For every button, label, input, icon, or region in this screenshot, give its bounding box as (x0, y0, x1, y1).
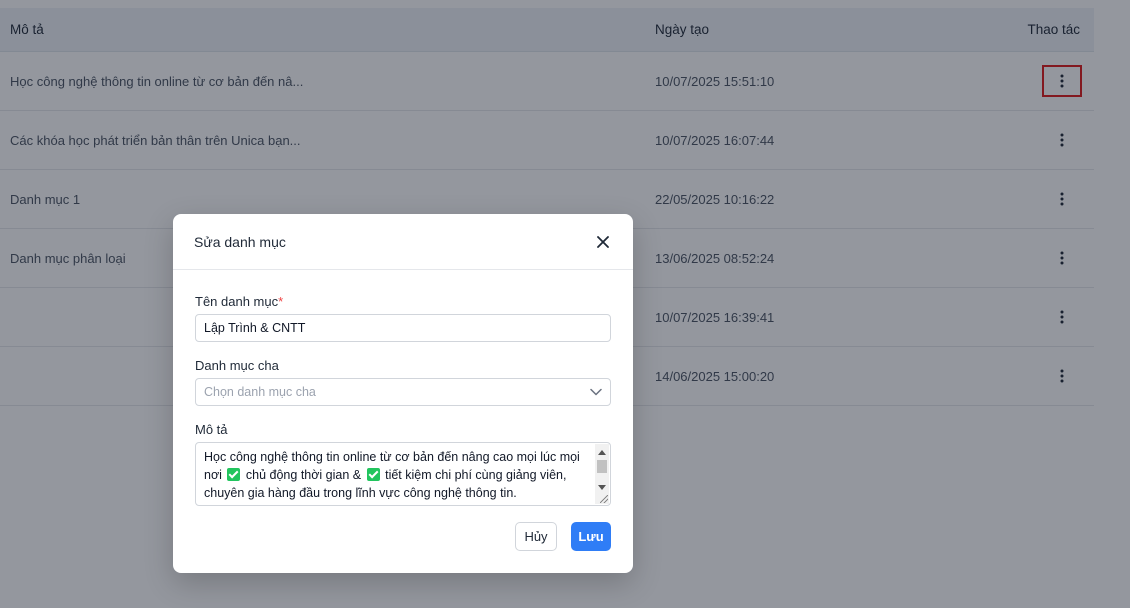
edit-category-modal: Sửa danh mục Tên danh mục* Danh mục cha … (173, 214, 633, 573)
description-textarea[interactable]: Học công nghệ thông tin online từ cơ bản… (195, 442, 611, 506)
modal-header: Sửa danh mục (173, 214, 633, 270)
scroll-thumb[interactable] (597, 460, 607, 473)
resize-handle-icon[interactable] (600, 495, 608, 503)
parent-category-placeholder: Chọn danh mục cha (204, 385, 316, 399)
name-label-text: Tên danh mục (195, 294, 279, 309)
scroll-up-icon[interactable] (598, 450, 606, 455)
parent-category-select[interactable]: Chọn danh mục cha (195, 378, 611, 406)
description-text-part: tiết kiệm chi phí cùng giảng viên, (385, 468, 567, 482)
modal-title: Sửa danh mục (194, 233, 286, 250)
name-field-group: Tên danh mục* (195, 294, 611, 342)
category-name-input[interactable] (195, 314, 611, 342)
parent-label: Danh mục cha (195, 358, 279, 373)
scroll-down-icon[interactable] (598, 485, 606, 490)
description-field-group: Mô tả Học công nghệ thông tin online từ … (195, 422, 611, 506)
description-text-part: nơi (204, 468, 222, 482)
chevron-down-icon (590, 388, 602, 396)
required-mark: * (278, 294, 284, 309)
check-box-icon (227, 468, 241, 481)
close-button[interactable] (593, 232, 613, 252)
description-label: Mô tả (195, 422, 228, 437)
cancel-button[interactable]: Hủy (515, 522, 557, 551)
save-button[interactable]: Lưu (571, 522, 611, 551)
name-label: Tên danh mục* (195, 294, 611, 309)
check-box-icon (366, 468, 380, 481)
description-text-part: chủ động thời gian & (245, 468, 362, 482)
modal-actions: Hủy Lưu (515, 522, 611, 551)
description-line: Học công nghệ thông tin online từ cơ bản… (204, 450, 580, 464)
modal-body: Tên danh mục* Danh mục cha Chọn danh mục… (173, 270, 633, 506)
description-text: Học công nghệ thông tin online từ cơ bản… (204, 448, 590, 502)
description-line: chuyên gia hàng đầu trong lĩnh vực công … (204, 486, 517, 500)
description-line: nơi chủ động thời gian & tiết kiệm chi p… (204, 466, 590, 484)
parent-field-group: Danh mục cha Chọn danh mục cha (195, 358, 611, 406)
close-icon (597, 235, 609, 248)
